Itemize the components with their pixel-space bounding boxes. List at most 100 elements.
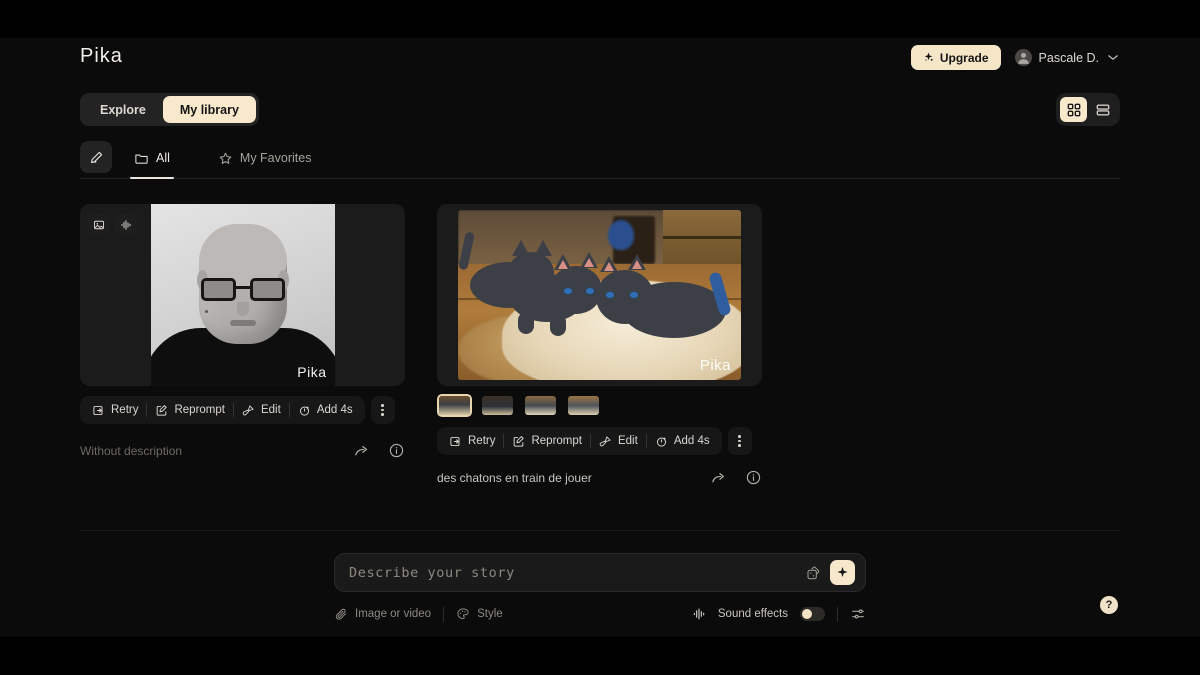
share-button[interactable] <box>353 442 370 459</box>
more-options-button[interactable] <box>370 396 395 424</box>
tab-explore[interactable]: Explore <box>83 96 163 123</box>
library-grid: Pika Retry Reprompt Edit Add 4s Without … <box>80 204 762 486</box>
stopwatch-icon <box>298 404 311 417</box>
add-4s-label: Add 4s <box>673 435 710 447</box>
generate-button[interactable] <box>830 560 855 585</box>
attach-media-button[interactable]: Image or video <box>334 607 431 621</box>
card-action-bar: Retry Reprompt Edit Add 4s <box>80 396 405 424</box>
brush-icon <box>242 404 255 417</box>
retry-icon <box>449 435 462 448</box>
grid-view-button[interactable] <box>1060 97 1087 122</box>
header-actions: Upgrade Pascale D. <box>910 45 1118 70</box>
account-menu[interactable]: Pascale D. <box>1014 49 1118 66</box>
edit-label: Edit <box>260 404 281 416</box>
edit-label: Edit <box>617 435 638 447</box>
add-4s-button[interactable]: Add 4s <box>647 429 718 453</box>
kebab-dot <box>738 444 741 447</box>
filter-tab-all[interactable]: All <box>130 141 174 179</box>
brand-logo: Pika <box>80 45 123 67</box>
style-button[interactable]: Style <box>456 607 503 621</box>
sparkle-icon <box>836 566 849 579</box>
kebab-dot <box>381 404 384 407</box>
card-caption-icons <box>353 442 405 459</box>
share-button[interactable] <box>710 469 727 486</box>
retry-button[interactable]: Retry <box>84 398 146 422</box>
reprompt-button[interactable]: Reprompt <box>147 398 233 422</box>
folder-icon <box>134 151 149 166</box>
thumbnail-1[interactable] <box>437 394 472 417</box>
filter-tab-favorites-label: My Favorites <box>239 151 312 165</box>
style-label: Style <box>477 608 503 620</box>
watermark: Pika <box>699 357 731 374</box>
chevron-down-icon <box>1108 54 1118 61</box>
prompt-tools: Image or video Style Sound effects <box>334 606 866 622</box>
sound-effects-toggle[interactable] <box>800 607 825 621</box>
kebab-dot <box>381 413 384 416</box>
upgrade-label: Upgrade <box>939 50 989 65</box>
more-options-button[interactable] <box>727 427 752 455</box>
palette-icon <box>456 607 470 621</box>
card-caption-row: des chatons en train de jouer <box>437 469 762 486</box>
card-caption: des chatons en train de jouer <box>437 470 592 485</box>
info-button[interactable] <box>388 442 405 459</box>
tab-my-library[interactable]: My library <box>162 96 256 123</box>
app-header: Pika Upgrade Pascale D. <box>0 38 1200 80</box>
prompt-input[interactable] <box>349 564 798 581</box>
share-icon <box>353 442 370 459</box>
thumbnail-4[interactable] <box>566 394 601 417</box>
kebab-dot <box>738 435 741 438</box>
reprompt-label: Reprompt <box>531 435 582 447</box>
media-preview[interactable]: Pika <box>437 204 762 386</box>
upgrade-button[interactable]: Upgrade <box>910 45 1001 70</box>
help-button[interactable]: ? <box>1100 596 1118 614</box>
frame-thumbnail-strip <box>437 394 762 417</box>
card-action-bar: Retry Reprompt Edit Add 4s <box>437 427 762 455</box>
user-avatar-icon <box>1014 49 1032 66</box>
info-icon <box>745 469 762 486</box>
brush-icon <box>599 435 612 448</box>
reprompt-icon <box>155 404 168 417</box>
pencil-icon <box>89 150 104 165</box>
primary-nav: Explore My library <box>80 93 259 126</box>
reprompt-button[interactable]: Reprompt <box>504 429 590 453</box>
randomize-button[interactable] <box>798 565 830 581</box>
letterbox-bottom <box>0 637 1200 675</box>
add-4s-button[interactable]: Add 4s <box>290 398 361 422</box>
sound-wave-icon <box>692 607 706 621</box>
retry-button[interactable]: Retry <box>441 429 503 453</box>
card-caption-row: Without description <box>80 442 405 459</box>
image-icon <box>88 214 109 235</box>
reprompt-icon <box>512 435 525 448</box>
filter-tab-favorites[interactable]: My Favorites <box>214 141 316 175</box>
kittens-video-frame: Pika <box>458 210 741 380</box>
thumbnail-3[interactable] <box>523 394 558 417</box>
divider <box>443 606 445 622</box>
portrait-image: Pika <box>150 204 335 386</box>
grid-icon <box>1067 103 1081 117</box>
thumbnail-2[interactable] <box>480 394 515 417</box>
kebab-dot <box>738 439 741 443</box>
info-button[interactable] <box>745 469 762 486</box>
stopwatch-icon <box>655 435 668 448</box>
edit-button[interactable]: Edit <box>234 398 289 422</box>
edit-button[interactable]: Edit <box>591 429 646 453</box>
app-window: Pika Upgrade Pascale D. Explore My libra… <box>0 38 1200 637</box>
media-card-kittens: Pika Retry Reprompt Edit Add 4s des chat… <box>437 204 762 486</box>
sliders-icon <box>850 606 866 622</box>
settings-button[interactable] <box>850 606 866 622</box>
filter-tab-all-label: All <box>156 151 170 165</box>
watermark: Pika <box>297 364 327 380</box>
prompt-box <box>334 553 866 592</box>
reprompt-label: Reprompt <box>174 404 225 416</box>
paperclip-icon <box>334 607 348 621</box>
view-mode-toggle <box>1056 93 1120 126</box>
list-view-button[interactable] <box>1089 97 1116 122</box>
library-filter-bar: All My Favorites <box>80 141 1120 179</box>
compose-button[interactable] <box>80 141 112 173</box>
retry-label: Retry <box>468 435 496 447</box>
info-icon <box>388 442 405 459</box>
media-preview[interactable]: Pika <box>80 204 405 386</box>
segmented-control: Explore My library <box>80 93 259 126</box>
card-caption-icons <box>710 469 762 486</box>
sound-wave-icon <box>115 214 136 235</box>
